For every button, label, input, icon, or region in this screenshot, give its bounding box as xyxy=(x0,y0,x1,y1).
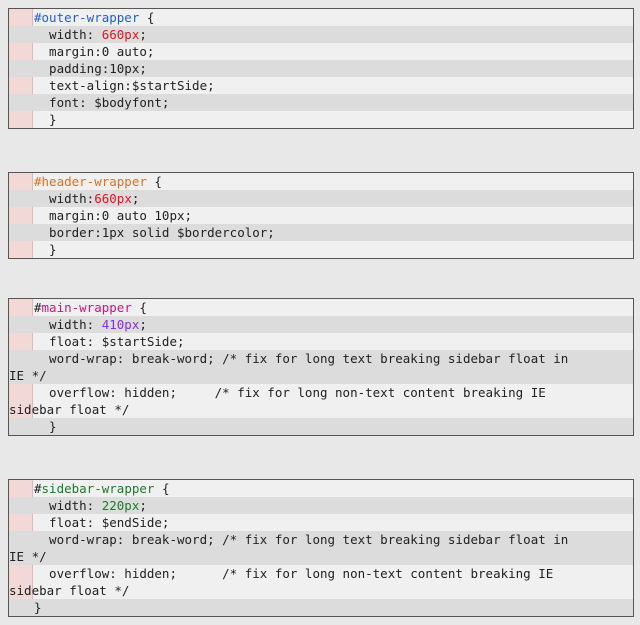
code-line: #outer-wrapper { xyxy=(34,10,155,25)
css-value: 660px xyxy=(94,191,132,206)
code-line: padding:10px; xyxy=(9,60,633,77)
code-line: #sidebar-wrapper { xyxy=(34,481,170,496)
css-selector: #header-wrapper xyxy=(34,174,147,189)
code-block-header-wrapper: #header-wrapper { width:660px; margin:0 … xyxy=(8,172,634,259)
code-line: #header-wrapper { xyxy=(34,174,162,189)
code-block-main-wrapper: #main-wrapper { width: 410px; float: $st… xyxy=(8,298,634,436)
css-value: 660px xyxy=(101,27,140,42)
code-line: } xyxy=(9,599,633,616)
code-line: margin:0 auto 10px; xyxy=(34,208,193,223)
code-line: width: 660px; xyxy=(9,26,633,43)
code-line-wrapped: word-wrap: break-word; /* fix for long t… xyxy=(9,350,633,384)
css-value: 410px xyxy=(101,317,140,332)
css-selector: main-wrapper xyxy=(41,300,132,315)
code-line: } xyxy=(9,418,633,435)
code-line: text-align:$startSide; xyxy=(34,78,215,93)
code-line-wrapped: overflow: hidden; /* fix for long non-te… xyxy=(9,385,546,417)
code-line: float: $endSide; xyxy=(34,515,170,530)
code-block-sidebar-wrapper: #sidebar-wrapper { width: 220px; float: … xyxy=(8,479,634,617)
code-line: #main-wrapper { xyxy=(34,300,147,315)
code-line: } xyxy=(34,112,57,127)
code-line: border:1px solid $bordercolor; xyxy=(9,224,633,241)
code-block-outer-wrapper: #outer-wrapper { width: 660px; margin:0 … xyxy=(8,8,634,129)
css-value: 220px xyxy=(101,498,140,513)
code-line-wrapped: overflow: hidden; /* fix for long non-te… xyxy=(9,566,554,598)
code-line: float: $startSide; xyxy=(34,334,185,349)
code-line: width: 220px; xyxy=(9,497,633,514)
code-line: } xyxy=(34,242,57,257)
css-selector: #outer-wrapper xyxy=(34,10,140,25)
code-line: width:660px; xyxy=(9,190,633,207)
code-line-wrapped: word-wrap: break-word; /* fix for long t… xyxy=(9,531,633,565)
code-line: width: 410px; xyxy=(9,316,633,333)
code-line: margin:0 auto; xyxy=(34,44,155,59)
css-selector: sidebar-wrapper xyxy=(41,481,155,496)
code-line: font: $bodyfont; xyxy=(9,94,633,111)
